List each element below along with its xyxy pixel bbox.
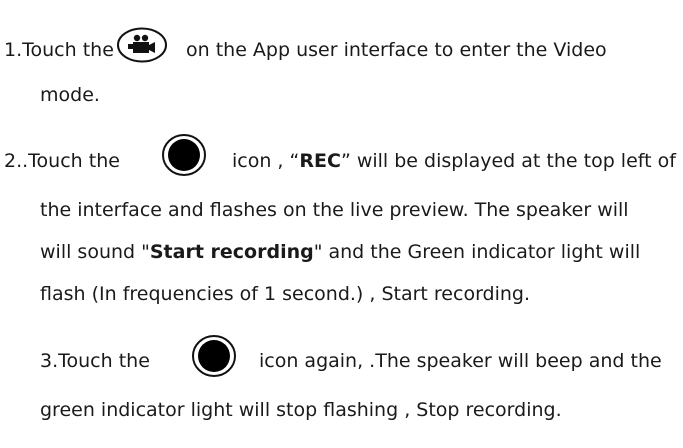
step2-line1-rest: icon , “REC” will be displayed at the to… — [232, 149, 676, 173]
step2-quote-close: ” — [340, 150, 351, 172]
step3-text-again: icon again, .The speaker will beep and t… — [259, 350, 662, 372]
step1-line2: mode. — [40, 83, 100, 107]
step1-line1-rest: on the App user interface to enter the V… — [186, 38, 607, 62]
record-button-icon — [192, 335, 236, 377]
step2-line4: flash (In frequencies of 1 second.) , St… — [40, 282, 530, 306]
step3-text-stop: green indicator light will stop flashing… — [40, 399, 562, 421]
step2-text-sound: will sound " — [40, 241, 150, 263]
step2-line3: will sound "Start recording" and the Gre… — [40, 240, 640, 264]
step3-line2: green indicator light will stop flashing… — [40, 398, 562, 422]
step2-text-preview: the interface and flashes on the live pr… — [40, 199, 629, 221]
video-camera-icon — [117, 27, 167, 63]
step3-text-start: 3.Touch the — [40, 350, 150, 372]
step2-text-start: 2..Touch the — [4, 150, 120, 172]
step2-text-icon: icon , — [232, 150, 284, 172]
step1-line1: 1.Touch the — [4, 38, 114, 62]
step3-line1-rest: icon again, .The speaker will beep and t… — [259, 349, 662, 373]
step1-text-start: 1.Touch the — [4, 39, 114, 61]
step2-text-top-left: will be displayed at the top left of — [350, 150, 676, 172]
rec-label: REC — [299, 150, 341, 172]
step2-text-flash: flash (In frequencies of 1 second.) , St… — [40, 283, 531, 305]
record-button-icon — [162, 134, 206, 176]
start-recording-label: Start recording — [149, 241, 314, 263]
step1-text-mode: mode. — [40, 84, 100, 106]
step1-text-end: on the App user interface to enter the V… — [186, 39, 607, 61]
step3-line1-start: 3.Touch the — [40, 349, 150, 373]
step2-line2: the interface and flashes on the live pr… — [40, 198, 629, 222]
step2-line1-start: 2..Touch the — [4, 149, 120, 173]
step2-text-green: " and the Green indicator light will — [313, 241, 641, 263]
step2-quote-open: “ — [283, 150, 300, 172]
